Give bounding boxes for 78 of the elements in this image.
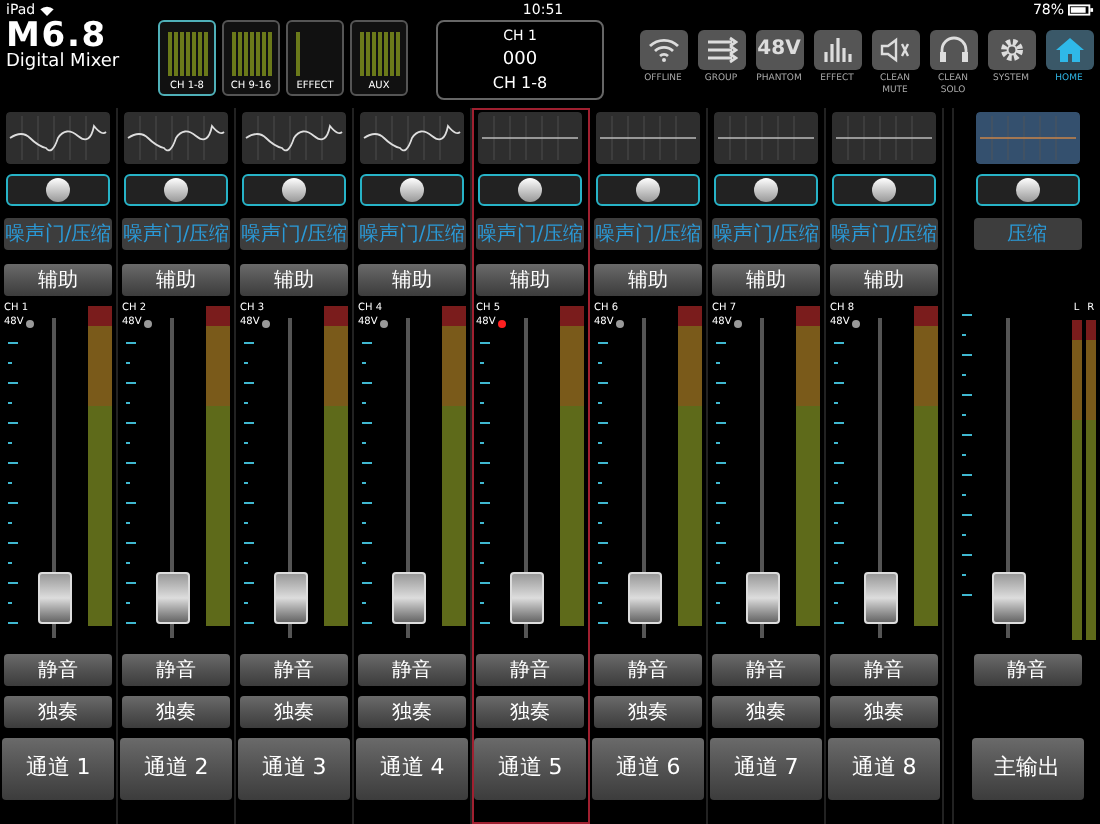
logo: M6.8 xyxy=(6,20,107,54)
channel-name-button[interactable]: 通道 7 xyxy=(710,738,822,800)
home-icon xyxy=(1053,36,1085,64)
wifi-icon xyxy=(647,36,679,64)
channel-name-button[interactable]: 通道 8 xyxy=(828,738,940,800)
aux-button[interactable]: 辅助 xyxy=(240,264,348,296)
mute-button[interactable]: 静音 xyxy=(594,654,702,686)
aux-button[interactable]: 辅助 xyxy=(4,264,112,296)
channel-name-button[interactable]: 通道 2 xyxy=(120,738,232,800)
channel-name-button[interactable]: 主输出 xyxy=(971,738,1083,800)
aux-button[interactable]: 辅助 xyxy=(712,264,820,296)
pan-knob[interactable] xyxy=(478,174,582,206)
wifi-icon xyxy=(39,5,54,15)
headphones-icon xyxy=(937,36,969,64)
display-bank: CH 1-8 xyxy=(492,72,548,96)
mute-button[interactable]: 静音 xyxy=(830,654,938,686)
display-value: 000 xyxy=(502,48,538,72)
aux-button[interactable]: 辅助 xyxy=(594,264,702,296)
mute-button[interactable]: 静音 xyxy=(973,654,1081,686)
pan-knob[interactable] xyxy=(124,174,228,206)
lines-arrow-icon xyxy=(705,36,737,64)
solo-button[interactable]: 独奏 xyxy=(476,696,584,728)
aux-button[interactable]: 辅助 xyxy=(830,264,938,296)
dynamics-button[interactable]: 噪声门/压缩 xyxy=(712,218,820,250)
dynamics-button[interactable]: 噪声门/压缩 xyxy=(4,218,112,250)
dynamics-button[interactable]: 噪声门/压缩 xyxy=(122,218,230,250)
logo-subtitle: Digital Mixer xyxy=(6,54,122,72)
dynamics-button[interactable]: 噪声门/压缩 xyxy=(594,218,702,250)
mute-button[interactable]: 静音 xyxy=(712,654,820,686)
dynamics-button[interactable]: 噪声门/压缩 xyxy=(240,218,348,250)
settings-icon xyxy=(995,36,1027,64)
pan-knob[interactable] xyxy=(832,174,936,206)
fader-handle[interactable] xyxy=(156,572,190,625)
fader-handle[interactable] xyxy=(274,572,308,625)
channel-name-button[interactable]: 通道 5 xyxy=(474,738,586,800)
speaker-icon xyxy=(879,36,911,64)
channel-name-button[interactable]: 通道 6 xyxy=(592,738,704,800)
fader-handle[interactable] xyxy=(38,572,72,625)
fader-handle[interactable] xyxy=(510,572,544,625)
pan-knob[interactable] xyxy=(242,174,346,206)
mute-button[interactable]: 静音 xyxy=(476,654,584,686)
pan-knob[interactable] xyxy=(360,174,464,206)
pan-knob[interactable] xyxy=(714,174,818,206)
aux-button[interactable]: 辅助 xyxy=(122,264,230,296)
fader-handle[interactable] xyxy=(864,572,898,625)
battery-icon xyxy=(1068,4,1094,16)
mute-button[interactable]: 静音 xyxy=(4,654,112,686)
dynamics-button[interactable]: 噪声门/压缩 xyxy=(476,218,584,250)
phantom-icon-text: 48V xyxy=(757,40,801,60)
meter-preview-drawing xyxy=(231,32,271,76)
solo-button[interactable]: 独奏 xyxy=(830,696,938,728)
dynamics-button[interactable]: 噪声门/压缩 xyxy=(830,218,938,250)
pan-knob[interactable] xyxy=(596,174,700,206)
meter-preview-drawing xyxy=(167,32,207,76)
fader-handle[interactable] xyxy=(992,572,1026,625)
channel-name-button[interactable]: 通道 1 xyxy=(2,738,114,800)
mute-button[interactable]: 静音 xyxy=(358,654,466,686)
mute-button[interactable]: 静音 xyxy=(240,654,348,686)
aux-button[interactable]: 辅助 xyxy=(358,264,466,296)
solo-button[interactable]: 独奏 xyxy=(122,696,230,728)
dynamics-button[interactable]: 压缩 xyxy=(973,218,1081,250)
solo-button[interactable]: 独奏 xyxy=(4,696,112,728)
solo-button[interactable]: 独奏 xyxy=(594,696,702,728)
solo-button[interactable]: 独奏 xyxy=(712,696,820,728)
meter-preview-drawing xyxy=(359,32,399,76)
fader-handle[interactable] xyxy=(746,572,780,625)
solo-button[interactable]: 独奏 xyxy=(240,696,348,728)
fader-handle[interactable] xyxy=(628,572,662,625)
bars-icon xyxy=(821,36,853,64)
mute-button[interactable]: 静音 xyxy=(122,654,230,686)
dynamics-button[interactable]: 噪声门/压缩 xyxy=(358,218,466,250)
aux-button[interactable]: 辅助 xyxy=(476,264,584,296)
channel-name-button[interactable]: 通道 3 xyxy=(238,738,350,800)
pan-knob[interactable] xyxy=(6,174,110,206)
channel-name-button[interactable]: 通道 4 xyxy=(356,738,468,800)
solo-button[interactable]: 独奏 xyxy=(358,696,466,728)
fader-handle[interactable] xyxy=(392,572,426,625)
pan-knob[interactable] xyxy=(975,174,1079,206)
